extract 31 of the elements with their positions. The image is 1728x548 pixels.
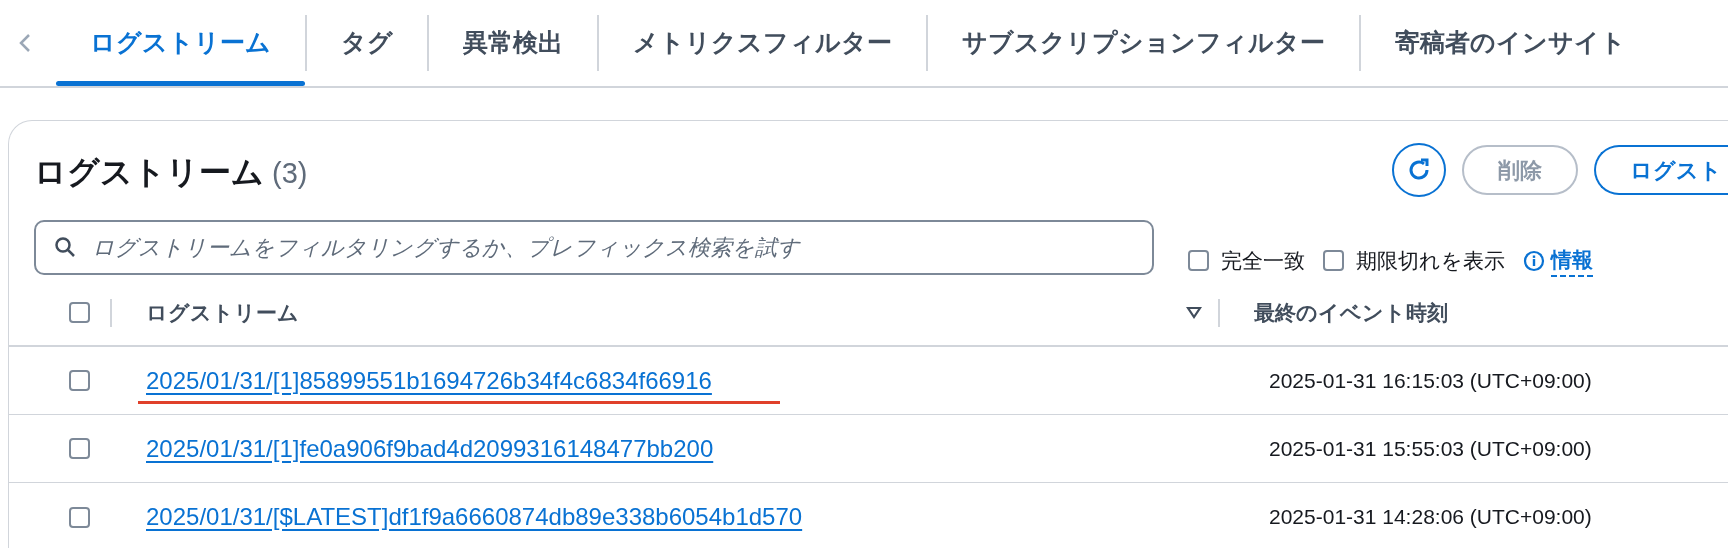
checkbox-label: 完全一致 bbox=[1221, 247, 1305, 274]
checkbox[interactable] bbox=[69, 438, 90, 459]
info-link[interactable]: 情報 bbox=[1551, 243, 1593, 278]
tab[interactable]: サブスクリプションフィルター bbox=[928, 0, 1359, 86]
checkbox[interactable] bbox=[1323, 250, 1344, 271]
checkbox[interactable] bbox=[69, 506, 90, 528]
checkbox[interactable] bbox=[69, 302, 90, 323]
log-stream-link[interactable]: 2025/01/31/[1]85899551b1694726b34f4c6834f66916 bbox=[146, 366, 712, 394]
refresh-button[interactable] bbox=[1392, 143, 1446, 197]
create-button[interactable]: ログスト bbox=[1594, 145, 1728, 195]
search-icon bbox=[54, 236, 76, 258]
item-count: (3) bbox=[272, 156, 308, 191]
event-time: 2025-01-31 15:55:03 (UTC+09:00) bbox=[1269, 435, 1592, 462]
panel-title: ログストリーム bbox=[34, 153, 264, 192]
search-field[interactable]: ログストリームをフィルタリングするか、プレフィックス検索を試す bbox=[34, 220, 1154, 275]
tab[interactable]: メトリクスフィルター bbox=[599, 0, 926, 86]
checkbox[interactable] bbox=[1188, 250, 1209, 271]
tab[interactable]: 異常検出 bbox=[429, 0, 597, 86]
tab[interactable]: タグ bbox=[307, 0, 427, 86]
event-time: 2025-01-31 16:15:03 (UTC+09:00) bbox=[1269, 367, 1592, 394]
info-icon[interactable] bbox=[1523, 249, 1545, 272]
checkbox[interactable] bbox=[69, 370, 90, 391]
column-header: ログストリーム bbox=[146, 299, 300, 326]
log-stream-link[interactable]: 2025/01/31/[1]fe0a906f9bad4d2099316148477bb200 bbox=[146, 434, 714, 462]
checkbox-label: 期限切れを表示 bbox=[1356, 247, 1505, 274]
sort-icon[interactable] bbox=[1186, 305, 1202, 320]
tab[interactable]: 寄稿者のインサイト bbox=[1361, 0, 1660, 86]
event-time: 2025-01-31 14:28:06 (UTC+09:00) bbox=[1269, 504, 1592, 531]
column-header: 最終のイベント時刻 bbox=[1254, 299, 1448, 326]
log-stream-link[interactable]: 2025/01/31/[$LATEST]df1f9a6660874db89e338b6054b1d570 bbox=[146, 503, 803, 530]
tab[interactable]: ログストリーム bbox=[56, 0, 305, 86]
